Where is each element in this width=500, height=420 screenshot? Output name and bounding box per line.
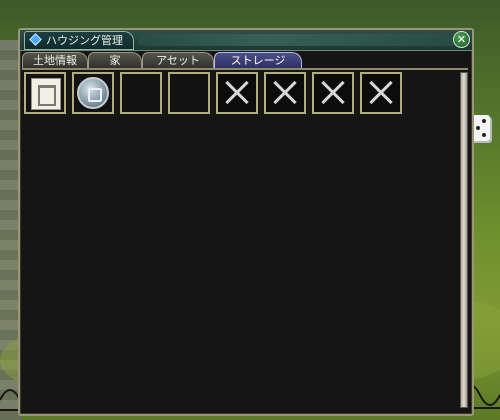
- scroll-icon: [31, 78, 61, 110]
- locked-slot-icon: [264, 72, 306, 114]
- storage-slot-3[interactable]: [120, 72, 162, 114]
- window-title: ハウジング管理: [24, 31, 134, 50]
- locked-slot-icon: [312, 72, 354, 114]
- storage-slot-row: [24, 72, 424, 118]
- tab-bar: 土地情報 家 アセット ストレージ: [22, 52, 468, 69]
- storage-slot-4[interactable]: [168, 72, 210, 114]
- housing-management-window: ハウジング管理 ✕ 土地情報 家 アセット ストレージ: [18, 28, 474, 416]
- title-decoration: [138, 34, 458, 46]
- storage-slot-1[interactable]: [24, 72, 66, 114]
- tab-land-info[interactable]: 土地情報: [22, 52, 88, 69]
- close-icon: ✕: [456, 33, 467, 46]
- diamond-icon: [29, 33, 42, 46]
- locked-slot-icon: [216, 72, 258, 114]
- window-title-text: ハウジング管理: [46, 34, 123, 47]
- tab-house[interactable]: 家: [88, 52, 142, 69]
- locked-slot-icon: [360, 72, 402, 114]
- scrollbar[interactable]: [460, 72, 468, 408]
- tab-storage[interactable]: ストレージ: [214, 52, 302, 69]
- coin-icon: [77, 77, 109, 109]
- close-button[interactable]: ✕: [453, 31, 470, 48]
- title-bar[interactable]: ハウジング管理 ✕: [20, 30, 472, 51]
- scrollbar-thumb[interactable]: [461, 73, 467, 407]
- storage-slot-2[interactable]: [72, 72, 114, 114]
- tab-divider: [22, 68, 468, 70]
- tab-assets[interactable]: アセット: [142, 52, 214, 69]
